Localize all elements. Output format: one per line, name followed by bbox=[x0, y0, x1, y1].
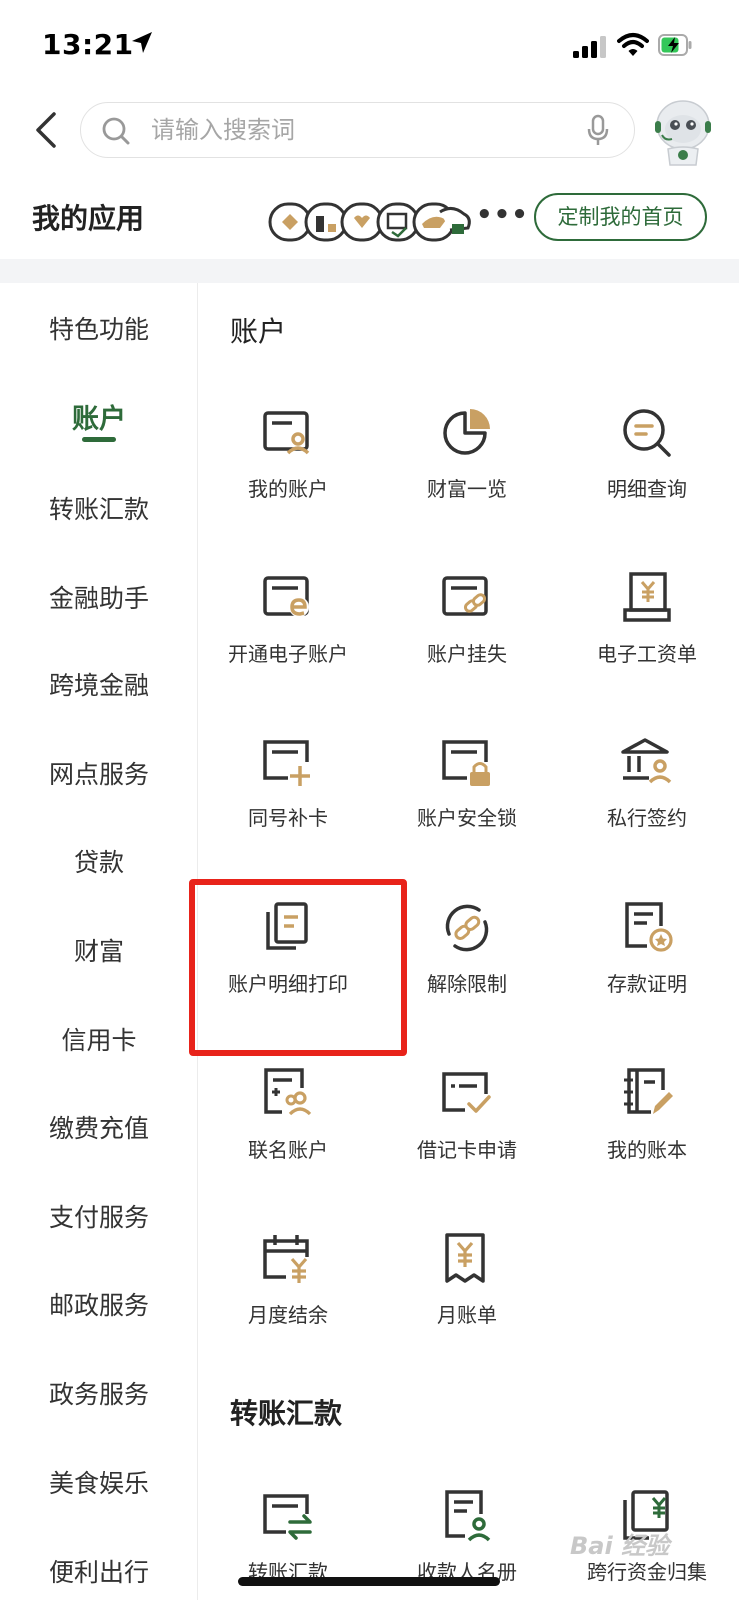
bank-person-icon bbox=[621, 738, 672, 784]
sidebar-item-food-entertainment[interactable]: 美食娱乐 bbox=[0, 1464, 198, 1500]
assistant-robot-avatar[interactable] bbox=[650, 95, 716, 167]
sidebar-item-account[interactable]: 账户 bbox=[0, 397, 198, 436]
tile-debit-card-application[interactable]: 借记卡申请 bbox=[377, 1066, 557, 1216]
more-apps-indicator[interactable]: ••• bbox=[476, 200, 529, 230]
watermark: Bai 经验 bbox=[570, 1532, 670, 1560]
search-bar[interactable] bbox=[80, 102, 635, 158]
tile-label: 账户安全锁 bbox=[417, 806, 517, 830]
status-time: 13:21 bbox=[42, 28, 134, 61]
section-title-account: 账户 bbox=[230, 315, 287, 348]
sidebar-item-wealth[interactable]: 财富 bbox=[0, 932, 198, 968]
sidebar-item-government-service[interactable]: 政务服务 bbox=[0, 1375, 198, 1411]
doc-star-icon bbox=[625, 902, 673, 952]
card-transfer-icon bbox=[263, 1494, 312, 1540]
tile-report-loss[interactable]: 账户挂失 bbox=[377, 570, 557, 720]
bill-yuan-icon bbox=[445, 1233, 485, 1283]
customize-home-button[interactable]: 定制我的首页 bbox=[534, 193, 707, 241]
microphone-icon[interactable] bbox=[586, 114, 610, 148]
status-bar: 13:21 bbox=[0, 0, 739, 90]
sidebar-item-transfer[interactable]: 转账汇款 bbox=[0, 490, 198, 526]
home-indicator[interactable] bbox=[238, 1577, 500, 1586]
battery-charging-icon bbox=[658, 34, 692, 56]
tile-label: 借记卡申请 bbox=[417, 1138, 517, 1162]
card-lock-icon bbox=[442, 740, 490, 786]
card-plus-icon bbox=[263, 740, 310, 786]
back-chevron-icon[interactable] bbox=[30, 110, 66, 150]
doc-person-icon bbox=[445, 1490, 491, 1542]
tile-joint-account[interactable]: 联名账户 bbox=[198, 1066, 378, 1216]
tile-label: 明细查询 bbox=[607, 477, 687, 501]
tile-label: 私行签约 bbox=[607, 806, 687, 830]
tile-label: 财富一览 bbox=[427, 477, 507, 501]
active-tab-indicator bbox=[82, 437, 116, 442]
search-input[interactable] bbox=[151, 103, 571, 156]
tile-open-e-account[interactable]: 开通电子账户 bbox=[198, 570, 378, 720]
tile-label: 开通电子账户 bbox=[228, 642, 348, 666]
cellular-signal-icon bbox=[573, 36, 606, 58]
tile-monthly-bill[interactable]: 月账单 bbox=[377, 1231, 557, 1381]
unlock-circle-icon bbox=[445, 904, 489, 952]
sidebar-item-cross-border[interactable]: 跨境金融 bbox=[0, 666, 198, 702]
sidebar-item-postal-service[interactable]: 邮政服务 bbox=[0, 1286, 198, 1322]
tile-my-account[interactable]: 我的账户 bbox=[198, 405, 378, 555]
tile-label: 同号补卡 bbox=[248, 806, 328, 830]
my-apps-title: 我的应用 bbox=[32, 202, 145, 235]
tile-e-payslip[interactable]: 电子工资单 bbox=[557, 570, 737, 720]
payslip-scroll-icon bbox=[623, 572, 671, 622]
card-check-icon bbox=[442, 1072, 491, 1113]
tile-replace-card[interactable]: 同号补卡 bbox=[198, 734, 378, 884]
sidebar-item-bill-payment[interactable]: 缴费充值 bbox=[0, 1109, 198, 1145]
tile-label: 月度结余 bbox=[248, 1303, 328, 1327]
magnifier-list-icon bbox=[623, 409, 671, 457]
tile-label: 月账单 bbox=[437, 1303, 497, 1327]
sidebar-item-featured[interactable]: 特色功能 bbox=[0, 310, 198, 346]
sidebar-item-credit-card[interactable]: 信用卡 bbox=[0, 1021, 198, 1057]
section-divider bbox=[0, 259, 739, 283]
doc-two-people-icon bbox=[264, 1068, 312, 1116]
section-title-transfer: 转账汇款 bbox=[230, 1397, 343, 1430]
tile-wealth-overview[interactable]: 财富一览 bbox=[377, 405, 557, 555]
sidebar-item-payment-service[interactable]: 支付服务 bbox=[0, 1198, 198, 1234]
highlight-annotation-box bbox=[189, 879, 407, 1056]
search-icon bbox=[102, 117, 130, 145]
sidebar-item-travel[interactable]: 便利出行 bbox=[0, 1553, 198, 1589]
tile-monthly-balance[interactable]: 月度结余 bbox=[198, 1231, 378, 1381]
sidebar-item-finance-assistant[interactable]: 金融助手 bbox=[0, 579, 198, 615]
card-e-icon bbox=[263, 576, 309, 617]
tile-account-security-lock[interactable]: 账户安全锁 bbox=[377, 734, 557, 884]
tile-deposit-certificate[interactable]: 存款证明 bbox=[557, 900, 737, 1050]
sidebar-item-loans[interactable]: 贷款 bbox=[0, 843, 198, 879]
my-apps-shortcut-icons[interactable] bbox=[268, 200, 474, 244]
calendar-yuan-icon bbox=[263, 1235, 309, 1283]
tile-label: 联名账户 bbox=[248, 1138, 328, 1162]
location-arrow-icon bbox=[132, 32, 152, 53]
card-link-icon bbox=[442, 576, 488, 616]
notebook-pen-icon bbox=[624, 1068, 673, 1114]
tile-label: 我的账户 bbox=[248, 477, 328, 501]
tile-transaction-inquiry[interactable]: 明细查询 bbox=[557, 405, 737, 555]
pie-chart-icon bbox=[443, 409, 490, 455]
tile-my-ledger[interactable]: 我的账本 bbox=[557, 1066, 737, 1216]
tile-label: 电子工资单 bbox=[597, 642, 697, 666]
sidebar-item-branch-service[interactable]: 网点服务 bbox=[0, 755, 198, 791]
tile-label: 账户挂失 bbox=[427, 642, 507, 666]
tile-label: 我的账本 bbox=[607, 1138, 687, 1162]
wifi-icon bbox=[617, 33, 649, 56]
tile-label: 存款证明 bbox=[607, 972, 687, 996]
tile-private-banking-signing[interactable]: 私行签约 bbox=[557, 734, 737, 884]
card-person-icon bbox=[263, 411, 310, 455]
